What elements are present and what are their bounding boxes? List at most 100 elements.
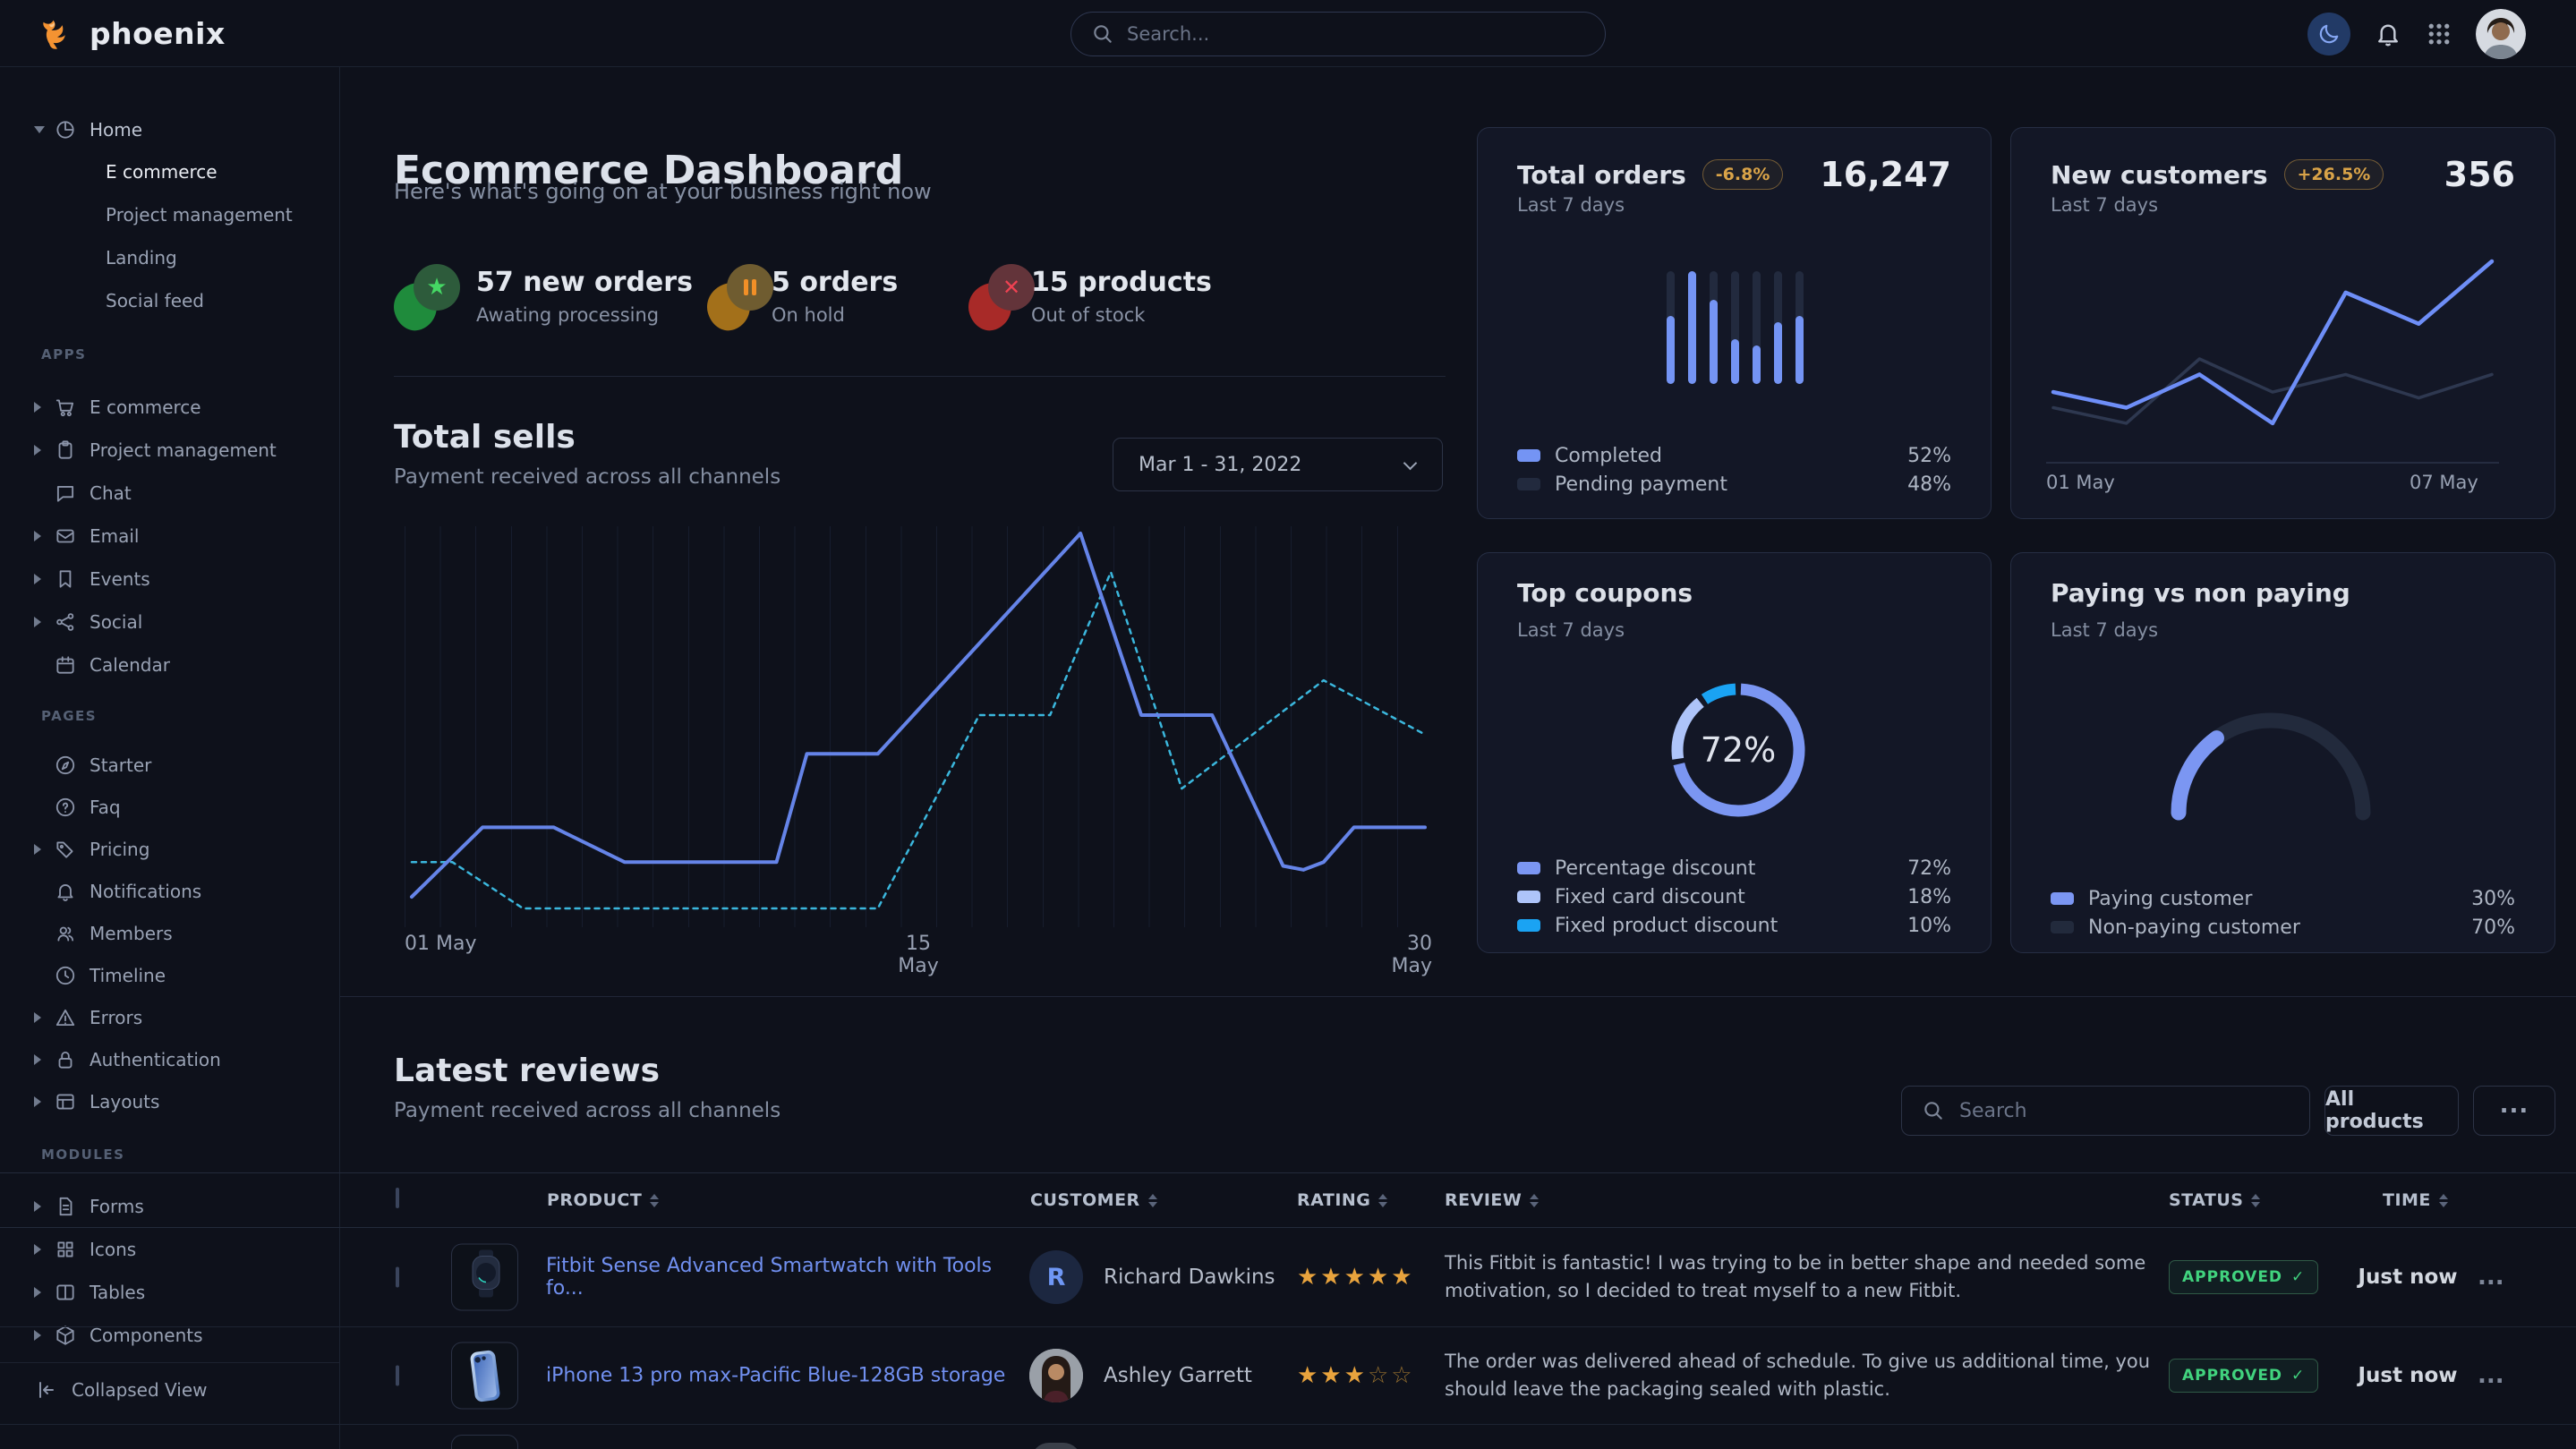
sidebar-item-authentication[interactable]: Authentication bbox=[0, 1044, 340, 1075]
iphone-image bbox=[452, 1343, 518, 1410]
paying-vs-non-paying-card: Paying vs non paying Last 7 days Paying … bbox=[2010, 552, 2555, 953]
users-icon bbox=[54, 922, 77, 945]
compass-icon bbox=[54, 754, 77, 777]
column-time[interactable]: TIME bbox=[2383, 1190, 2448, 1210]
customer-avatar-initial[interactable]: R bbox=[1029, 1250, 1083, 1304]
sidebar-item-starter[interactable]: Starter bbox=[0, 750, 340, 780]
new-orders-icon: ★ bbox=[394, 264, 460, 330]
legend-completed: Completed 52% bbox=[1517, 443, 1951, 468]
sort-icon bbox=[1378, 1194, 1387, 1207]
navbar-actions bbox=[2307, 0, 2526, 67]
legend-swatch bbox=[1517, 919, 1540, 932]
layout-icon bbox=[54, 1090, 77, 1113]
new-customers-title: New customers bbox=[2051, 160, 2268, 190]
caret-right-icon bbox=[34, 1096, 41, 1107]
order-bar bbox=[1667, 271, 1675, 384]
sidebar-item-errors[interactable]: Errors bbox=[0, 1002, 340, 1033]
order-bar bbox=[1774, 271, 1782, 384]
customer-photo bbox=[1029, 1349, 1083, 1402]
sidebar-item-chat[interactable]: Chat bbox=[0, 478, 340, 508]
product-thumbnail-fitbit[interactable] bbox=[451, 1244, 518, 1311]
sidebar-item-social-feed[interactable]: Social feed bbox=[0, 286, 340, 316]
brand-logo[interactable]: phoenix bbox=[38, 0, 226, 67]
sidebar-item-notifications[interactable]: Notifications bbox=[0, 876, 340, 907]
review-text: The order was delivered ahead of schedul… bbox=[1445, 1348, 2170, 1403]
caret-right-icon bbox=[34, 1054, 41, 1065]
sidebar-section-pages: PAGES bbox=[41, 708, 97, 724]
nc-x-label-start: 01 May bbox=[2046, 472, 2115, 493]
total-sells-chart bbox=[405, 526, 1432, 927]
product-thumbnail-iphone[interactable] bbox=[451, 1342, 518, 1410]
select-all-checkbox[interactable] bbox=[396, 1189, 399, 1206]
sidebar-item-pricing[interactable]: Pricing bbox=[0, 834, 340, 865]
date-range-select[interactable]: Mar 1 - 31, 2022 bbox=[1113, 438, 1443, 491]
sort-icon bbox=[2439, 1194, 2448, 1207]
sidebar-item-e-commerce[interactable]: E commerce bbox=[0, 157, 340, 187]
reviews-search-input[interactable]: Search bbox=[1901, 1086, 2310, 1136]
lock-icon bbox=[54, 1048, 77, 1071]
sidebar-item-timeline[interactable]: Timeline bbox=[0, 960, 340, 991]
legend-swatch bbox=[2051, 921, 2074, 933]
sidebar-item-project-management[interactable]: Project management bbox=[0, 200, 340, 230]
sidebar-item-e-commerce[interactable]: E commerce bbox=[0, 392, 340, 422]
sidebar-item-layouts[interactable]: Layouts bbox=[0, 1087, 340, 1117]
sidebar-section-apps: APPS bbox=[41, 346, 86, 362]
bell-icon[interactable] bbox=[2374, 20, 2402, 48]
reviews-table-header: PRODUCT CUSTOMER RATING REVIEW STATUS TI… bbox=[0, 1172, 2576, 1228]
row-actions-button[interactable]: ... bbox=[2478, 1362, 2504, 1389]
sort-icon bbox=[1148, 1194, 1157, 1207]
product-link[interactable]: Fitbit Sense Advanced Smartwatch with To… bbox=[546, 1255, 1020, 1300]
sidebar-item-social[interactable]: Social bbox=[0, 607, 340, 637]
caret-right-icon bbox=[34, 574, 41, 584]
legend-value: 10% bbox=[1907, 915, 1951, 937]
orders-on-hold-icon bbox=[707, 264, 773, 330]
caret-right-icon bbox=[34, 1012, 41, 1023]
row-checkbox[interactable] bbox=[396, 1368, 399, 1385]
row-checkbox[interactable] bbox=[396, 1269, 399, 1286]
sidebar-item-project-management[interactable]: Project management bbox=[0, 435, 340, 465]
new-customers-period: Last 7 days bbox=[2051, 194, 2158, 216]
product-link[interactable]: iPhone 13 pro max-Pacific Blue-128GB sto… bbox=[546, 1365, 1005, 1387]
legend-value: 30% bbox=[2471, 888, 2515, 910]
stat-new-orders-caption: Awating processing bbox=[476, 304, 659, 326]
review-row-fitbit: Fitbit Sense Advanced Smartwatch with To… bbox=[0, 1228, 2576, 1327]
column-status[interactable]: STATUS bbox=[2169, 1190, 2260, 1210]
row-actions-button[interactable]: ... bbox=[2478, 1264, 2504, 1291]
column-rating[interactable]: RATING bbox=[1297, 1190, 1387, 1210]
page-subtitle: Here's what's going on at your business … bbox=[394, 179, 932, 204]
legend-value: 70% bbox=[2471, 916, 2515, 939]
user-avatar[interactable] bbox=[2476, 9, 2526, 59]
global-search-input[interactable]: Search... bbox=[1070, 12, 1606, 56]
column-review[interactable]: REVIEW bbox=[1445, 1190, 1539, 1210]
sidebar-item-home[interactable]: Home bbox=[0, 115, 340, 145]
legend-value: 72% bbox=[1907, 857, 1951, 880]
column-product[interactable]: PRODUCT bbox=[547, 1190, 659, 1210]
calendar-icon bbox=[54, 653, 77, 677]
sidebar-item-calendar[interactable]: Calendar bbox=[0, 650, 340, 680]
sidebar-item-landing[interactable]: Landing bbox=[0, 243, 340, 273]
sidebar-item-faq[interactable]: Faq bbox=[0, 792, 340, 823]
legend-swatch bbox=[1517, 891, 1540, 903]
legend-paying-customer: Paying customer 30% bbox=[2051, 886, 2515, 911]
review-time: Just now bbox=[2341, 1266, 2475, 1289]
sidebar-item-email[interactable]: Email bbox=[0, 521, 340, 551]
pie-chart-icon bbox=[54, 118, 77, 141]
review-row-partial bbox=[0, 1425, 2576, 1449]
clipboard-icon bbox=[54, 439, 77, 462]
apps-grid-icon[interactable] bbox=[2426, 21, 2452, 47]
date-range-value: Mar 1 - 31, 2022 bbox=[1139, 454, 1301, 476]
top-coupons-period: Last 7 days bbox=[1517, 619, 1625, 641]
theme-toggle-button[interactable] bbox=[2307, 13, 2350, 55]
clock-icon bbox=[54, 964, 77, 987]
reviews-more-button[interactable]: ... bbox=[2473, 1086, 2555, 1136]
column-customer[interactable]: CUSTOMER bbox=[1030, 1190, 1157, 1210]
customer-avatar-photo[interactable] bbox=[1029, 1349, 1083, 1402]
sidebar-item-members[interactable]: Members bbox=[0, 918, 340, 949]
caret-right-icon bbox=[34, 844, 41, 855]
paying-period: Last 7 days bbox=[2051, 619, 2158, 641]
top-coupons-card: Top coupons Last 7 days 72% Percentage d… bbox=[1477, 552, 1992, 953]
paying-title: Paying vs non paying bbox=[2051, 578, 2350, 608]
sidebar-item-events[interactable]: Events bbox=[0, 564, 340, 594]
stat-out-of-stock: 15 products bbox=[1031, 267, 1212, 298]
all-products-button[interactable]: All products bbox=[2324, 1086, 2459, 1136]
